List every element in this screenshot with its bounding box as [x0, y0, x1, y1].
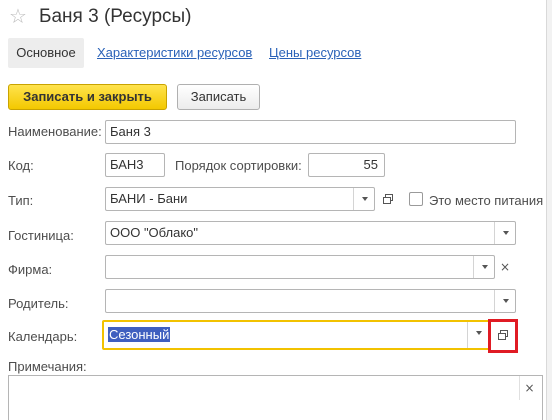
title-bar: ☆ Баня 3 (Ресурсы) [0, 0, 552, 36]
clear-icon[interactable]: × [495, 255, 515, 279]
sort-order-field[interactable]: 55 [308, 153, 385, 177]
code-label: Код: [8, 158, 34, 173]
company-label: Фирма: [8, 262, 53, 277]
sort-order-label: Порядок сортировки: [175, 158, 302, 173]
tab-resource-characteristics[interactable]: Характеристики ресурсов [97, 38, 252, 68]
page-title: Баня 3 (Ресурсы) [39, 6, 192, 27]
open-form-icon [383, 194, 393, 204]
company-field[interactable] [105, 255, 495, 279]
notes-label: Примечания: [8, 359, 87, 374]
parent-label: Родитель: [8, 296, 69, 311]
save-and-close-button[interactable]: Записать и закрыть [8, 84, 167, 110]
highlight-box [488, 319, 518, 353]
hotel-label: Гостиница: [8, 228, 74, 243]
chevron-down-icon[interactable] [473, 256, 494, 278]
calendar-selected-text: Сезонный [108, 327, 171, 342]
calendar-value: Сезонный [108, 322, 171, 348]
chevron-down-icon[interactable] [494, 222, 515, 244]
code-field[interactable]: БАН3 [105, 153, 165, 177]
chevron-down-icon[interactable] [467, 322, 488, 348]
notes-field[interactable] [8, 375, 543, 420]
type-label: Тип: [8, 193, 34, 208]
type-open-button[interactable] [378, 187, 398, 211]
name-field[interactable]: Баня 3 [105, 120, 516, 144]
chevron-down-icon[interactable] [494, 290, 515, 312]
clear-icon[interactable]: × [519, 376, 539, 400]
chevron-down-icon[interactable] [353, 188, 374, 210]
calendar-field[interactable]: Сезонный [102, 320, 490, 350]
tab-resource-prices[interactable]: Цены ресурсов [269, 38, 361, 68]
food-place-label: Это место питания [429, 193, 544, 208]
calendar-label: Календарь: [8, 329, 78, 344]
name-label: Наименование: [8, 124, 102, 139]
hotel-value: ООО "Облако" [110, 225, 199, 240]
type-field[interactable]: БАНИ - Бани [105, 187, 375, 211]
parent-field[interactable] [105, 289, 516, 313]
favorite-star-icon[interactable]: ☆ [9, 5, 27, 27]
hotel-field[interactable]: ООО "Облако" [105, 221, 516, 245]
form-tabs: Основное Характеристики ресурсов Цены ре… [0, 36, 552, 70]
type-value: БАНИ - Бани [110, 191, 188, 206]
food-place-checkbox[interactable] [409, 192, 423, 206]
save-button[interactable]: Записать [177, 84, 260, 110]
tab-main[interactable]: Основное [8, 38, 84, 68]
